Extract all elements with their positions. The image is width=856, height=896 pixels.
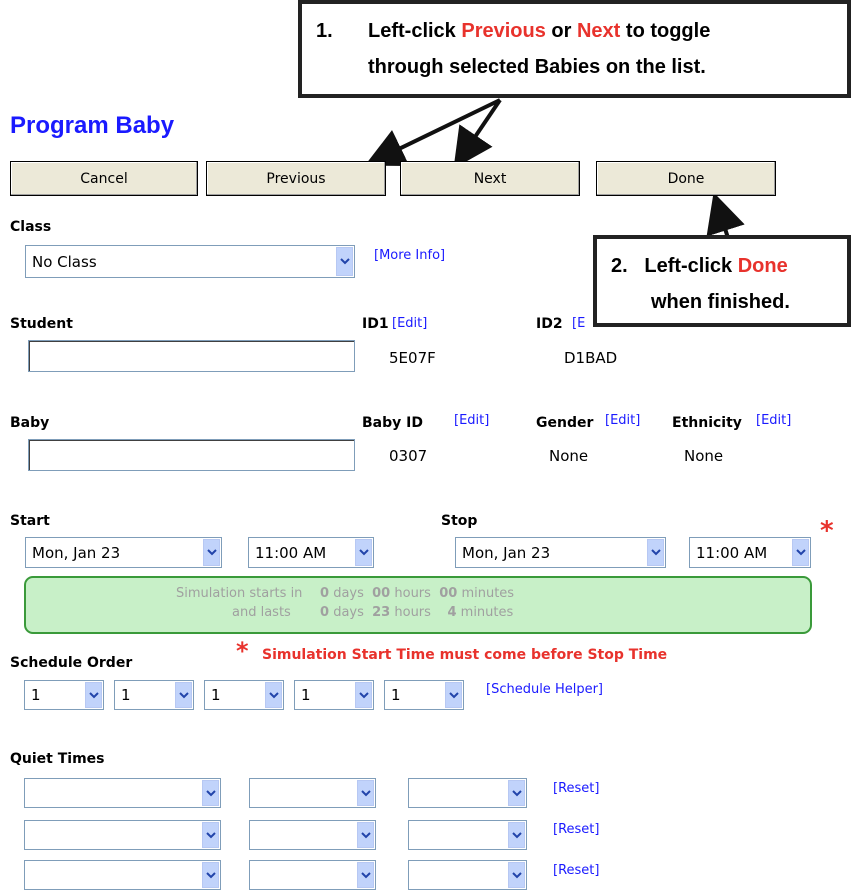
chevron-down-icon[interactable] (508, 862, 525, 888)
baby-input[interactable] (28, 439, 355, 471)
quiet-time-select-2-c[interactable] (408, 820, 527, 850)
required-asterisk: * (820, 516, 834, 546)
schedule-order-select-1[interactable]: 1 (24, 680, 104, 710)
stop-time-value: 11:00 AM (696, 543, 768, 562)
schedule-order-select-5[interactable]: 1 (384, 680, 464, 710)
error-message: Simulation Start Time must come before S… (262, 647, 668, 663)
chevron-down-icon[interactable] (265, 682, 282, 708)
schedule-order-select-2[interactable]: 1 (114, 680, 194, 710)
quiet-times-label: Quiet Times (10, 751, 105, 767)
quiet-time-select-2-a[interactable] (24, 820, 221, 850)
id1-value: 5E07F (389, 349, 436, 367)
schedule-order-value: 1 (31, 686, 41, 704)
student-label: Student (10, 316, 73, 332)
schedule-order-select-4[interactable]: 1 (294, 680, 374, 710)
chevron-down-icon[interactable] (202, 862, 219, 888)
quiet-time-reset-link[interactable]: [Reset] (553, 781, 599, 796)
chevron-down-icon[interactable] (357, 780, 374, 806)
id1-edit-link[interactable]: [Edit] (392, 316, 427, 331)
chevron-down-icon[interactable] (355, 682, 372, 708)
start-time-value: 11:00 AM (255, 543, 327, 562)
callout-done: 2. Left-click Done when finished. (593, 235, 851, 327)
simulation-start-offset: 0 days 00 hours 00 minutes (320, 586, 515, 601)
done-button[interactable]: Done (596, 161, 776, 196)
next-button[interactable]: Next (400, 161, 580, 196)
chevron-down-icon[interactable] (355, 539, 372, 566)
quiet-time-select-1-b[interactable] (249, 778, 376, 808)
id2-label: ID2 (536, 316, 563, 332)
student-input[interactable] (28, 340, 355, 372)
chevron-down-icon[interactable] (792, 539, 809, 566)
gender-edit-link[interactable]: [Edit] (605, 413, 640, 428)
previous-button[interactable]: Previous (206, 161, 386, 196)
start-date-value: Mon, Jan 23 (32, 543, 121, 562)
simulation-summary-panel: Simulation starts in and lasts 0 days 00… (24, 576, 812, 634)
page-title: Program Baby (10, 112, 175, 139)
stop-label: Stop (441, 513, 478, 529)
quiet-time-reset-link[interactable]: [Reset] (553, 822, 599, 837)
ethnicity-edit-link[interactable]: [Edit] (756, 413, 791, 428)
class-select[interactable]: No Class (25, 245, 355, 278)
chevron-down-icon[interactable] (175, 682, 192, 708)
chevron-down-icon[interactable] (85, 682, 102, 708)
chevron-down-icon[interactable] (202, 780, 219, 806)
chevron-down-icon[interactable] (202, 822, 219, 848)
start-label: Start (10, 513, 50, 529)
ethnicity-label: Ethnicity (672, 415, 742, 431)
schedule-order-value: 1 (301, 686, 311, 704)
quiet-time-reset-link[interactable]: [Reset] (553, 863, 599, 878)
start-time-select[interactable]: 11:00 AM (248, 537, 374, 568)
schedule-order-select-3[interactable]: 1 (204, 680, 284, 710)
schedule-order-label: Schedule Order (10, 655, 133, 671)
stop-time-select[interactable]: 11:00 AM (689, 537, 811, 568)
chevron-down-icon[interactable] (203, 539, 220, 566)
cancel-button[interactable]: Cancel (10, 161, 198, 196)
simulation-lasts-label: and lasts (232, 605, 291, 620)
quiet-time-select-3-a[interactable] (24, 860, 221, 890)
schedule-order-value: 1 (211, 686, 221, 704)
chevron-down-icon[interactable] (357, 822, 374, 848)
simulation-starts-label: Simulation starts in (176, 586, 303, 601)
chevron-down-icon[interactable] (647, 539, 664, 566)
quiet-time-select-3-b[interactable] (249, 860, 376, 890)
start-date-select[interactable]: Mon, Jan 23 (25, 537, 222, 568)
id1-label: ID1 (362, 316, 389, 332)
stop-date-value: Mon, Jan 23 (462, 543, 551, 562)
baby-id-label: Baby ID (362, 415, 423, 431)
chevron-down-icon[interactable] (357, 862, 374, 888)
quiet-time-select-2-b[interactable] (249, 820, 376, 850)
callout-2-line1: 2. Left-click Done (611, 255, 788, 277)
ethnicity-value: None (684, 447, 724, 465)
id2-edit-link[interactable]: [E (572, 316, 585, 331)
class-label: Class (10, 219, 52, 235)
chevron-down-icon[interactable] (445, 682, 462, 708)
id2-value: D1BAD (564, 349, 618, 367)
baby-label: Baby (10, 415, 50, 431)
chevron-down-icon[interactable] (336, 247, 353, 276)
schedule-order-value: 1 (121, 686, 131, 704)
baby-id-value: 0307 (389, 447, 428, 465)
quiet-time-select-1-c[interactable] (408, 778, 527, 808)
schedule-order-value: 1 (391, 686, 401, 704)
stop-date-select[interactable]: Mon, Jan 23 (455, 537, 666, 568)
quiet-time-select-3-c[interactable] (408, 860, 527, 890)
schedule-helper-link[interactable]: [Schedule Helper] (486, 682, 603, 697)
class-select-value: No Class (32, 252, 97, 271)
chevron-down-icon[interactable] (508, 822, 525, 848)
gender-label: Gender (536, 415, 594, 431)
error-asterisk: * (236, 637, 249, 665)
quiet-time-select-1-a[interactable] (24, 778, 221, 808)
callout-2-line2: when finished. (651, 291, 790, 313)
gender-value: None (549, 447, 589, 465)
more-info-link[interactable]: [More Info] (374, 248, 445, 263)
chevron-down-icon[interactable] (508, 780, 525, 806)
simulation-duration: 0 days 23 hours 4 minutes (320, 605, 514, 620)
baby-id-edit-link[interactable]: [Edit] (454, 413, 489, 428)
